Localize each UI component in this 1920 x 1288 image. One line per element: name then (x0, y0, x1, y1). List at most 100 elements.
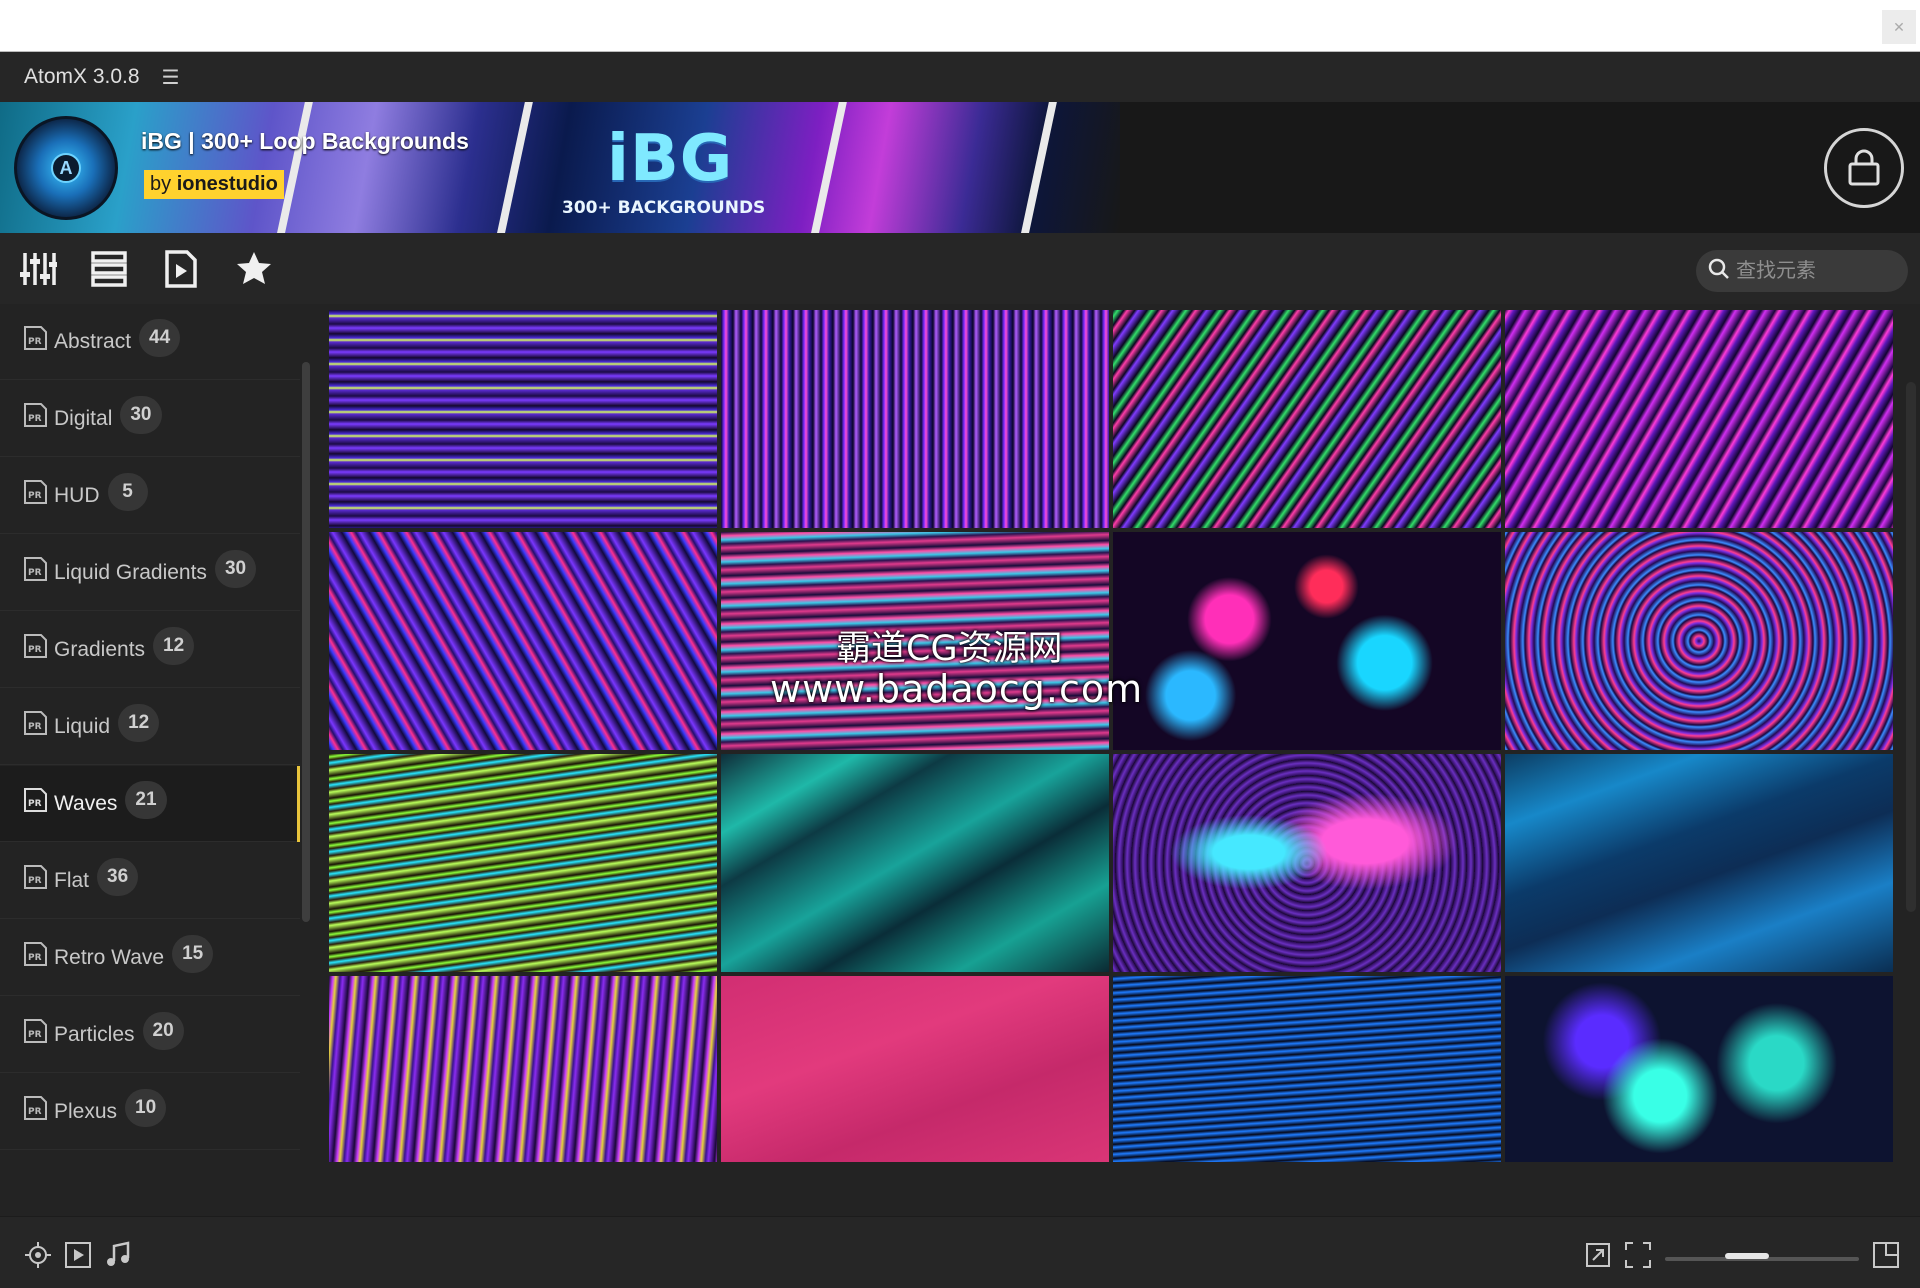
watermark-line-2: www.badaocg.com (770, 667, 1144, 711)
browser-top-strip: ✕ (0, 0, 1920, 52)
sidebar-item-particles[interactable]: PR Particles 20 (0, 997, 300, 1073)
external-link-icon[interactable] (1582, 1239, 1614, 1271)
list-icon[interactable] (89, 249, 129, 289)
count-badge: 20 (142, 1011, 184, 1050)
hamburger-icon[interactable]: ☰ (162, 65, 180, 90)
thumbnail-tile[interactable] (1505, 310, 1893, 528)
search-icon (1708, 258, 1730, 285)
slider-knob[interactable] (1725, 1253, 1769, 1259)
sidebar-item-label: Liquid Gradients (54, 560, 207, 584)
svg-text:PR: PR (28, 645, 42, 655)
sidebar-item-flat[interactable]: PR Flat 36 (0, 843, 300, 919)
sidebar-item-gradients[interactable]: PR Gradients 12 (0, 612, 300, 688)
watermark-line-1: 霸道CG资源网 (836, 629, 1063, 669)
category-sidebar: PR Abstract 44 PR Digital 30 PR HUD 5 PR… (0, 304, 300, 1214)
premiere-file-icon: PR (24, 1095, 47, 1120)
premiere-file-icon: PR (24, 941, 47, 966)
pack-banner: A iBG | 300+ Loop Backgrounds by ionestu… (0, 102, 1920, 233)
thumbnail-size-slider[interactable] (1665, 1253, 1859, 1261)
premiere-file-icon: PR (24, 402, 47, 427)
count-badge: 12 (118, 703, 160, 742)
title-bar: AtomX 3.0.8 ☰ (0, 52, 1920, 102)
sidebar-item-label: Flat (54, 868, 90, 892)
sidebar-item-label: Digital (54, 406, 113, 430)
premiere-file-icon: PR (24, 325, 47, 350)
grid-size-icon[interactable] (1870, 1239, 1902, 1271)
banner-art-subtitle: 300+ BACKGROUNDS (562, 198, 766, 218)
count-badge: 44 (139, 318, 181, 357)
count-badge: 15 (172, 934, 214, 973)
banner-byline: by ionestudio (144, 170, 284, 199)
sidebar-item-label: Retro Wave (54, 945, 165, 969)
count-badge: 30 (214, 549, 257, 588)
banner-title: iBG | 300+ Loop Backgrounds (141, 128, 469, 154)
sidebar-item-label: Plexus (54, 1099, 118, 1123)
thumbnail-tile[interactable] (1505, 754, 1893, 972)
thumbnail-tile[interactable] (1113, 310, 1501, 528)
thumbnail-tile[interactable] (329, 976, 717, 1162)
premiere-file-icon: PR (24, 1018, 47, 1043)
thumbnail-tile[interactable] (1113, 532, 1501, 750)
sidebar-item-liquid-gradients[interactable]: PR Liquid Gradients 30 (0, 535, 300, 611)
count-badge: 12 (153, 626, 195, 665)
sidebar-item-label: Abstract (54, 329, 132, 353)
shopping-bag-icon[interactable] (1824, 128, 1904, 208)
search-input[interactable] (1736, 259, 1896, 283)
premiere-file-icon: PR (24, 556, 47, 581)
thumbnail-tile[interactable] (1505, 532, 1893, 750)
count-badge: 10 (125, 1088, 167, 1127)
sidebar-item-label: HUD (54, 483, 100, 507)
count-badge: 30 (120, 395, 162, 434)
count-badge: 36 (97, 857, 139, 896)
sliders-icon[interactable] (18, 249, 58, 289)
thumbnail-tile[interactable] (1113, 754, 1501, 972)
thumbnail-tile[interactable] (329, 754, 717, 972)
thumbnail-tile[interactable] (721, 976, 1109, 1162)
sidebar-item-retro-wave[interactable]: PR Retro Wave 15 (0, 920, 300, 996)
svg-text:PR: PR (28, 722, 42, 732)
sidebar-item-liquid[interactable]: PR Liquid 12 (0, 689, 300, 765)
svg-text:PR: PR (28, 953, 42, 963)
music-icon[interactable] (102, 1239, 134, 1271)
premiere-file-icon: PR (24, 479, 47, 504)
thumbnail-grid (329, 310, 1897, 1162)
thumbnail-tile[interactable] (329, 532, 717, 750)
close-icon[interactable]: ✕ (1882, 10, 1916, 44)
sidebar-item-digital[interactable]: PR Digital 30 (0, 381, 300, 457)
fit-icon[interactable] (1622, 1239, 1654, 1271)
svg-text:PR: PR (28, 876, 42, 886)
thumbnail-tile[interactable] (1113, 976, 1501, 1162)
atomx-window: AtomX 3.0.8 ☰ A iBG | 300+ Loop Backgrou… (0, 52, 1920, 1288)
app-title: AtomX 3.0.8 (24, 65, 140, 88)
banner-art-title: iBG (607, 122, 734, 196)
search-box[interactable] (1696, 250, 1908, 292)
svg-text:PR: PR (28, 337, 42, 347)
sidebar-item-plexus[interactable]: PR Plexus 10 (0, 1074, 300, 1150)
count-badge: 5 (107, 472, 148, 511)
play-icon[interactable] (62, 1239, 94, 1271)
sidebar-item-abstract[interactable]: PR Abstract 44 (0, 304, 300, 380)
premiere-file-icon: PR (24, 787, 47, 812)
video-file-icon[interactable] (161, 249, 201, 289)
star-icon[interactable] (234, 249, 274, 289)
logo-letter: A (51, 153, 81, 183)
banner-art (0, 102, 1120, 233)
target-icon[interactable] (22, 1239, 54, 1271)
svg-text:PR: PR (28, 799, 42, 809)
thumbnail-tile[interactable] (1505, 976, 1893, 1162)
sidebar-item-hud[interactable]: PR HUD 5 (0, 458, 300, 534)
sidebar-item-label: Gradients (54, 637, 146, 661)
thumbnail-tile[interactable] (721, 310, 1109, 528)
thumbnail-tile[interactable] (329, 310, 717, 528)
grid-scrollbar[interactable] (1906, 382, 1916, 912)
svg-text:PR: PR (28, 1107, 42, 1117)
byline-prefix: by (150, 173, 172, 195)
sidebar-scrollbar[interactable] (302, 362, 310, 922)
svg-text:PR: PR (28, 491, 42, 501)
toolbar (0, 233, 1920, 304)
sidebar-item-waves[interactable]: PR Waves 21 (0, 766, 300, 842)
svg-text:PR: PR (28, 414, 42, 424)
count-badge: 21 (125, 780, 167, 819)
thumbnail-tile[interactable] (721, 754, 1109, 972)
bottom-bar (0, 1216, 1920, 1288)
